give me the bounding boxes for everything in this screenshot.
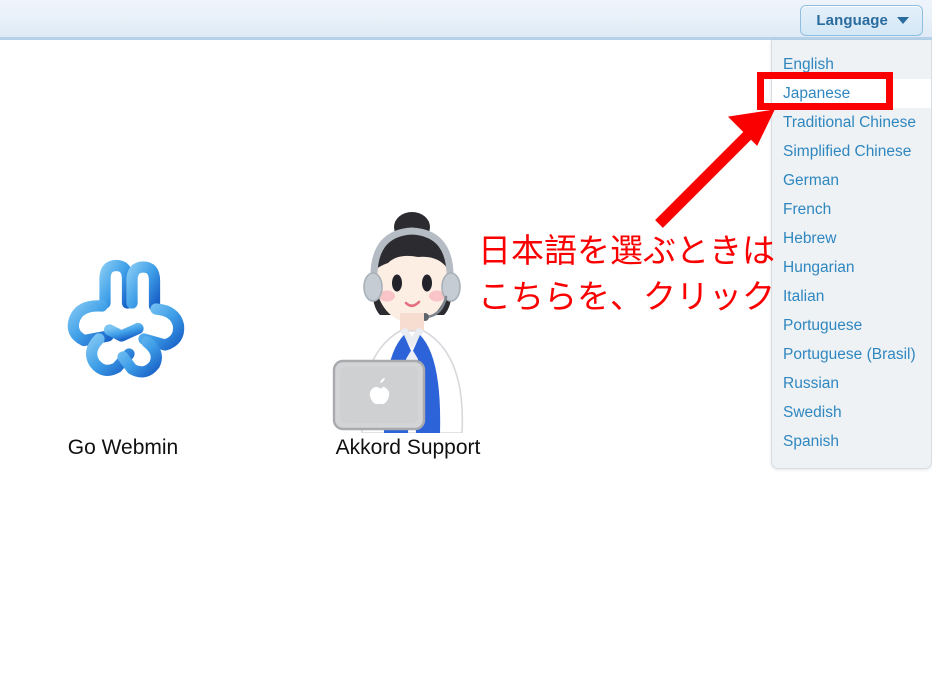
menu-item-italian[interactable]: Italian xyxy=(772,282,931,311)
menu-item-japanese[interactable]: Japanese xyxy=(772,79,931,108)
menu-item-portuguese-brasil[interactable]: Portuguese (Brasil) xyxy=(772,340,931,369)
menu-item-traditional-chinese[interactable]: Traditional Chinese xyxy=(772,108,931,137)
menu-item-russian[interactable]: Russian xyxy=(772,369,931,398)
menu-item-french[interactable]: French xyxy=(772,195,931,224)
support-operator-icon xyxy=(293,200,523,435)
chevron-down-icon xyxy=(897,17,909,24)
tile-akkord-support-label: Akkord Support xyxy=(335,436,481,459)
menu-item-spanish[interactable]: Spanish xyxy=(772,427,931,456)
menu-item-swedish[interactable]: Swedish xyxy=(772,398,931,427)
main-icon-area: Go Webmin Akkord Support xyxy=(0,200,560,490)
webmin-logo-icon xyxy=(8,200,238,435)
language-dropdown-menu[interactable]: English Japanese Traditional Chinese Sim… xyxy=(771,40,932,469)
menu-item-english[interactable]: English xyxy=(772,50,931,79)
menu-item-hebrew[interactable]: Hebrew xyxy=(772,224,931,253)
menu-item-simplified-chinese[interactable]: Simplified Chinese xyxy=(772,137,931,166)
menu-item-portuguese[interactable]: Portuguese xyxy=(772,311,931,340)
tile-go-webmin[interactable]: Go Webmin xyxy=(8,200,238,461)
tile-go-webmin-label: Go Webmin xyxy=(67,436,179,459)
language-button[interactable]: Language xyxy=(800,5,923,36)
language-button-label: Language xyxy=(816,12,888,29)
menu-item-hungarian[interactable]: Hungarian xyxy=(772,253,931,282)
tile-akkord-support[interactable]: Akkord Support xyxy=(293,200,523,461)
menu-item-german[interactable]: German xyxy=(772,166,931,195)
top-header-bar: Language xyxy=(0,0,932,40)
